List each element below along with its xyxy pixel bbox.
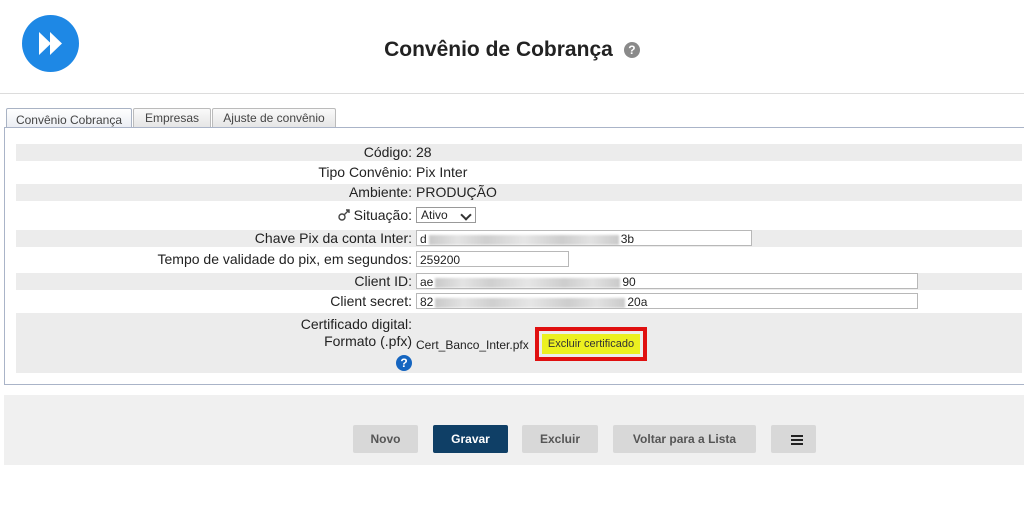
excluir-button[interactable]: Excluir (522, 425, 598, 453)
codigo-label: Código: (363, 144, 412, 160)
chevron-down-icon (460, 209, 472, 221)
situacao-label: Situação: (353, 207, 412, 223)
redacted-blur (435, 277, 621, 288)
question-circle-icon[interactable]: ? (396, 355, 412, 371)
certificado-label-line2: Formato (.pfx) (324, 333, 412, 349)
tab-empresas[interactable]: Empresas (133, 108, 211, 128)
tab-convenio-cobranca[interactable]: Convênio Cobrança (6, 108, 132, 129)
page-title: Convênio de Cobrança (384, 38, 613, 61)
tempo-validade-label: Tempo de validade do pix, em segundos: (157, 251, 413, 267)
delete-certificate-label: Excluir certificado (542, 334, 640, 354)
situacao-selected-value: Ativo (421, 208, 448, 222)
situacao-select[interactable]: Ativo (416, 207, 476, 223)
page-header: Convênio de Cobrança ? (0, 38, 1024, 62)
ambiente-label: Ambiente: (348, 184, 412, 200)
row-situacao: Situação: Ativo (16, 207, 1022, 224)
tab-ajuste-convenio[interactable]: Ajuste de convênio (212, 108, 336, 128)
tipo-convenio-value: Pix Inter (416, 164, 468, 180)
row-tipo-convenio: Tipo Convênio: Pix Inter (16, 164, 1022, 181)
row-chave-pix: Chave Pix da conta Inter: d 3b (16, 230, 1022, 247)
row-client-id: Client ID: ae 90 (16, 273, 1022, 290)
client-id-label: Client ID: (354, 273, 412, 289)
redacted-blur (428, 234, 619, 245)
client-secret-value-start: 82 (420, 295, 434, 309)
chave-pix-value-start: d (420, 232, 427, 246)
form-panel: Código: 28 Tipo Convênio: Pix Inter Ambi… (4, 127, 1024, 385)
codigo-value: 28 (416, 144, 432, 160)
row-ambiente: Ambiente: PRODUÇÃO (16, 184, 1022, 201)
certificado-label: Certificado digital: Formato (.pfx) (301, 316, 412, 350)
client-secret-label: Client secret: (330, 293, 412, 309)
voltar-lista-button[interactable]: Voltar para a Lista (613, 425, 756, 453)
chave-pix-input[interactable]: d 3b (416, 230, 752, 246)
row-certificado: Certificado digital: Formato (.pfx) ? Ce… (16, 313, 1022, 373)
client-secret-value-end: 20a (627, 295, 648, 309)
novo-button[interactable]: Novo (353, 425, 418, 453)
client-id-value-start: ae (420, 275, 434, 289)
redacted-blur (435, 297, 626, 308)
chave-pix-value-end: 3b (620, 232, 635, 246)
client-id-value-end: 90 (622, 275, 636, 289)
client-secret-input[interactable]: 82 20a (416, 293, 918, 309)
ambiente-value: PRODUÇÃO (416, 184, 497, 200)
row-codigo: Código: 28 (16, 144, 1022, 161)
tipo-convenio-label: Tipo Convênio: (318, 164, 412, 180)
tempo-validade-input[interactable]: 259200 (416, 251, 569, 267)
delete-certificate-button[interactable]: Excluir certificado (535, 327, 647, 361)
header-divider (0, 93, 1024, 94)
row-tempo-validade: Tempo de validade do pix, em segundos: 2… (16, 251, 1022, 268)
list-icon (791, 435, 803, 445)
gravar-button[interactable]: Gravar (433, 425, 508, 453)
list-view-button[interactable] (771, 425, 816, 453)
action-bar: Novo Gravar Excluir Voltar para a Lista (4, 395, 1024, 465)
toggle-icon[interactable] (337, 209, 351, 221)
chave-pix-label: Chave Pix da conta Inter: (254, 230, 412, 246)
row-client-secret: Client secret: 82 20a (16, 293, 1022, 310)
question-circle-icon[interactable]: ? (623, 42, 640, 58)
certificate-filename: Cert_Banco_Inter.pfx (416, 338, 529, 352)
client-id-input[interactable]: ae 90 (416, 273, 918, 289)
situacao-label-wrap: Situação: (337, 207, 412, 224)
certificado-label-line1: Certificado digital: (300, 316, 412, 332)
